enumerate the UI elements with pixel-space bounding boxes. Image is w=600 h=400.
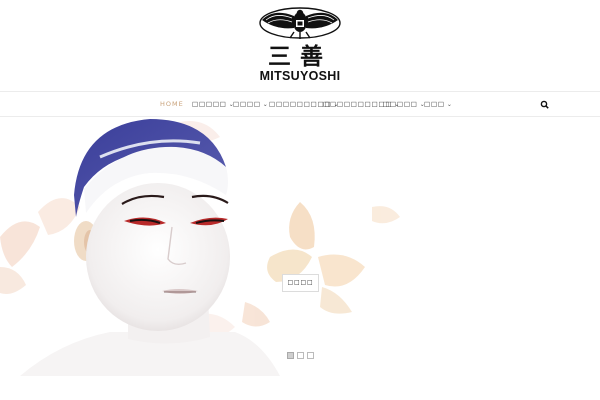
butterfly-decoration-left [0,198,80,294]
nav-item-3[interactable]: □□□□ ⌄ [233,92,269,116]
eagle-crest-icon [259,7,341,39]
main-nav: HOME □□□□□ ⌄ □□□□ ⌄ □□□□□□□□□ ⌄ □□□□□□□□□□ ⌄… [0,91,600,117]
nav-item-label: HOME [160,100,184,108]
page-below-fold [0,376,600,400]
brand-logo[interactable]: 三善 MITSUYOSHI [254,6,346,84]
nav-item-label: □□□□□□□□□□ [323,100,393,108]
hero-slider: □□□□ [0,117,600,376]
site-header: 三善 MITSUYOSHI [0,0,600,91]
brand-name: MITSUYOSHI [259,69,341,83]
brand-kanji: 三善 [268,43,332,70]
hero-cta-button[interactable]: □□□□ [282,274,319,292]
search-icon [540,100,549,109]
slider-dot-2[interactable] [297,352,304,359]
hero-image [0,119,400,376]
chevron-down-icon: ⌄ [446,101,453,108]
nav-item-label: □□□ [424,100,445,108]
nav-item-label: □□□□□ [192,100,227,108]
nav-item-label: □□□□□ [383,100,418,108]
slider-dot-1[interactable] [287,352,294,359]
slider-dot-3[interactable] [307,352,314,359]
nav-item-2[interactable]: □□□□□ ⌄ [192,92,235,116]
nav-item-6[interactable]: □□□□□ ⌄ [383,92,426,116]
chevron-down-icon: ⌄ [262,101,269,108]
nav-item-label: □□□□ [233,100,261,108]
nav-item-home[interactable]: HOME [160,92,184,116]
search-button[interactable] [538,97,552,111]
nav-item-7[interactable]: □□□ ⌄ [424,92,453,116]
butterfly-decoration-right [242,202,400,327]
